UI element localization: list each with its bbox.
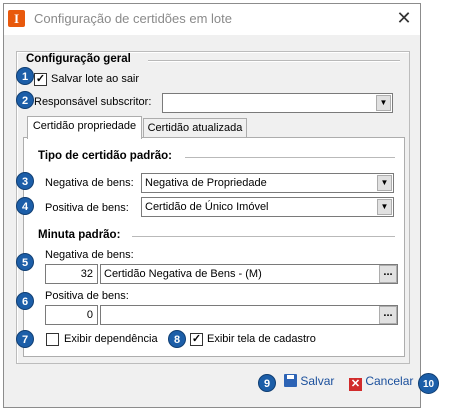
annotation-badge-10: 10	[418, 373, 439, 394]
cert-positive-value: Certidão de Único Imóvel	[145, 201, 269, 213]
show-registration-label: Exibir tela de cadastro	[207, 333, 316, 345]
annotation-badge-4: 4	[16, 197, 34, 215]
check-icon: ✓	[191, 333, 202, 345]
cert-positive-select[interactable]: Certidão de Único Imóvel ▼	[141, 197, 394, 217]
minuta-positive-code: 0	[86, 309, 93, 321]
annotation-badge-3: 3	[16, 172, 34, 190]
show-dependency-label: Exibir dependência	[64, 333, 158, 345]
annotation-badge-2: 2	[16, 91, 34, 109]
minuta-positive-name-field[interactable]	[100, 305, 398, 325]
minuta-positive-label: Positiva de bens:	[45, 290, 129, 302]
annotation-badge-1: 1	[16, 67, 34, 85]
annotation-badge-6: 6	[16, 292, 34, 310]
save-on-exit-checkbox[interactable]: ✓	[34, 73, 47, 86]
annotation-badge-5: 5	[16, 253, 34, 271]
minuta-negative-code-field[interactable]: 32	[45, 264, 98, 284]
cancel-x-icon: ✕	[349, 378, 362, 391]
tab-certidao-propriedade[interactable]: Certidão propriedade	[27, 116, 142, 139]
save-on-exit-label: Salvar lote ao sair	[51, 73, 140, 85]
divider	[148, 60, 400, 62]
show-registration-checkbox[interactable]: ✓	[190, 333, 203, 346]
ellipsis-icon: ...	[383, 266, 393, 278]
annotation-badge-8: 8	[168, 330, 186, 348]
close-button[interactable]: ✕	[390, 7, 418, 31]
minuta-negative-search-button[interactable]: ...	[379, 265, 397, 283]
divider	[185, 157, 395, 159]
cancel-button[interactable]: ✕ Cancelar	[349, 374, 413, 391]
minuta-negative-code: 32	[80, 268, 93, 280]
minuta-negative-label: Negativa de bens:	[45, 249, 134, 261]
check-icon: ✓	[35, 73, 46, 85]
save-button-label: Salvar	[300, 374, 335, 388]
cancel-button-label: Cancelar	[365, 374, 414, 388]
minuta-negative-name-field[interactable]: Certidão Negativa de Bens - (M)	[100, 264, 398, 284]
floppy-disk-icon	[284, 374, 297, 387]
divider	[132, 236, 395, 238]
minuta-positive-code-field[interactable]: 0	[45, 305, 98, 325]
annotation-badge-7: 7	[16, 330, 34, 348]
save-button[interactable]: Salvar	[284, 374, 334, 388]
app-logo-icon: I	[8, 10, 25, 27]
window-bottom-edge	[0, 408, 451, 413]
minuta-positive-search-button[interactable]: ...	[379, 306, 397, 324]
close-icon: ✕	[396, 8, 412, 28]
cert-negative-label: Negativa de bens:	[45, 177, 134, 189]
minuta-section-title: Minuta padrão:	[38, 229, 129, 241]
chevron-down-icon[interactable]: ▼	[377, 199, 392, 215]
cert-type-section-title: Tipo de certidão padrão:	[38, 150, 180, 162]
annotation-badge-9: 9	[258, 374, 276, 392]
chevron-down-icon[interactable]: ▼	[377, 175, 392, 191]
responsible-label: Responsável subscritor:	[34, 96, 152, 108]
cert-negative-value: Negativa de Propriedade	[145, 177, 267, 189]
responsible-select[interactable]: ▼	[162, 93, 393, 113]
minuta-negative-name: Certidão Negativa de Bens - (M)	[104, 268, 262, 280]
cert-positive-label: Positiva de bens:	[45, 202, 129, 214]
chevron-down-icon[interactable]: ▼	[376, 95, 391, 111]
window-title: Configuração de certidões em lote	[34, 11, 233, 26]
ellipsis-icon: ...	[383, 307, 393, 319]
tab-certidao-atualizada[interactable]: Certidão atualizada	[143, 118, 247, 138]
show-dependency-checkbox[interactable]	[46, 333, 59, 346]
cert-negative-select[interactable]: Negativa de Propriedade ▼	[141, 173, 394, 193]
general-section-title: Configuração geral	[26, 53, 139, 65]
